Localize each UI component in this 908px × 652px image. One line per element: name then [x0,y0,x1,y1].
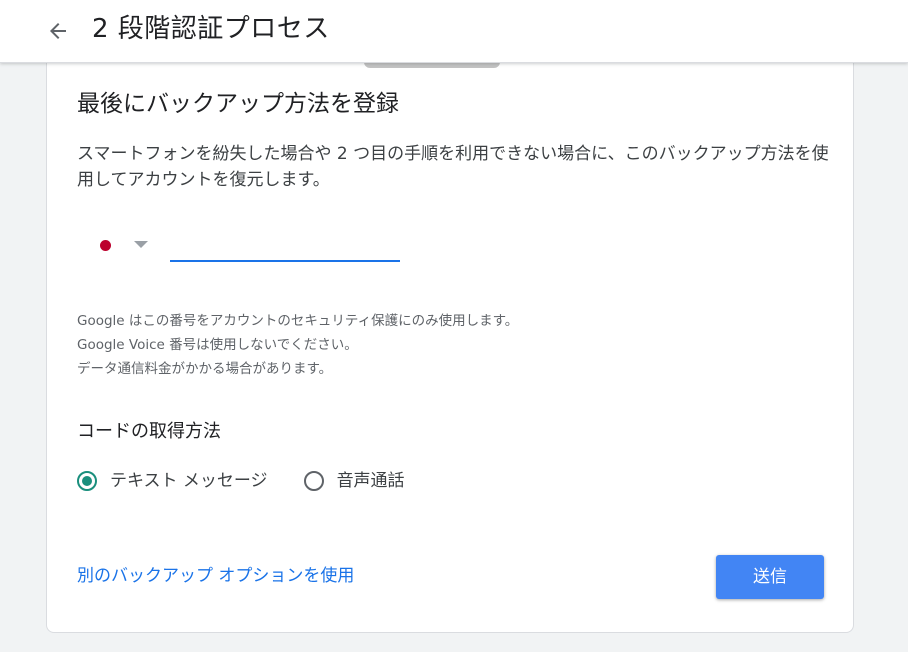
radio-text-message[interactable]: テキスト メッセージ [77,469,268,493]
country-dropdown-icon[interactable] [134,241,148,248]
radio-voice-call-label: 音声通話 [336,471,405,491]
submit-button[interactable]: 送信 [716,555,824,599]
radio-text-message-label: テキスト メッセージ [110,471,268,491]
phone-notes: Google はこの番号をアカウントのセキュリティ保護にのみ使用します。 Goo… [77,309,518,381]
radio-checked-icon[interactable] [77,471,97,491]
note-data-charges: データ通信料金がかかる場合があります。 [77,361,333,377]
page-title: 2 段階認証プロセス [92,14,330,44]
code-method-title: コードの取得方法 [77,421,221,442]
page: 2 段階認証プロセス 最後にバックアップ方法を登録 スマートフォンを紛失した場合… [0,0,908,652]
card-description: スマートフォンを紛失した場合や 2 つ目の手順を利用できない場合に、このバックア… [77,144,829,190]
japan-flag-icon[interactable] [100,240,111,251]
code-method-radio-group: テキスト メッセージ 音声通話 [77,467,441,495]
note-voice: Google Voice 番号は使用しないでください。 [77,337,358,353]
phone-number-input[interactable] [170,230,400,262]
top-app-bar: 2 段階認証プロセス [0,0,908,63]
alternate-backup-option-link[interactable]: 別のバックアップ オプションを使用 [77,564,354,588]
back-button[interactable] [40,13,76,49]
note-security: Google はこの番号をアカウントのセキュリティ保護にのみ使用します。 [77,313,519,329]
phone-number-row [86,224,416,268]
card-heading: 最後にバックアップ方法を登録 [77,91,399,117]
radio-voice-call[interactable]: 音声通話 [303,469,405,493]
radio-unchecked-icon[interactable] [303,471,324,491]
arrow-back-icon [50,23,66,39]
